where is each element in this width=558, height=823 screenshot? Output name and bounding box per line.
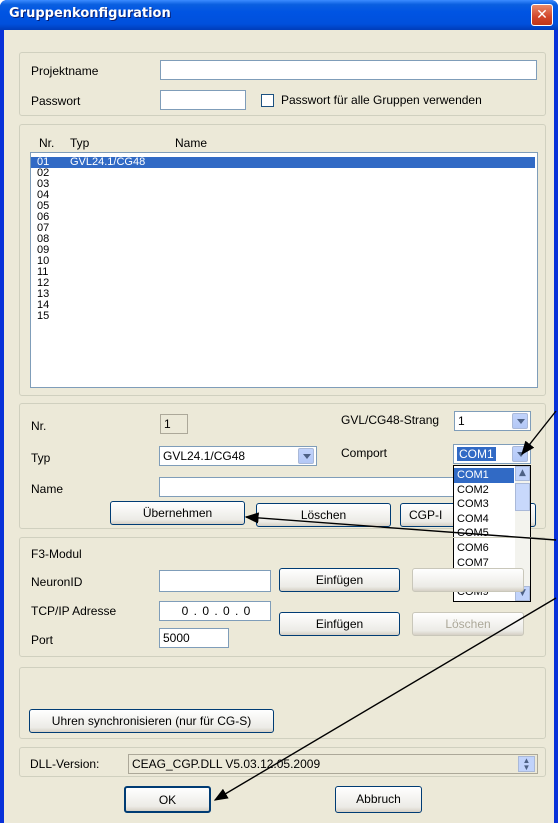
column-header-name: Name [175, 136, 208, 150]
group-list-row[interactable]: 01 GVL24.1/CG48 [31, 157, 535, 168]
group-list-row[interactable]: 12 [31, 278, 535, 289]
neuron-delete-button[interactable] [412, 568, 524, 592]
password-input[interactable] [160, 90, 246, 110]
column-header-typ: Typ [70, 136, 90, 150]
comport-option[interactable]: COM2 [454, 483, 514, 498]
use-password-all-checkbox[interactable] [261, 94, 274, 107]
cancel-button[interactable]: Abbruch [335, 786, 422, 813]
comport-label: Comport [341, 446, 388, 460]
comport-option[interactable]: COM1 [454, 468, 514, 483]
strang-dropdown-arrow-icon[interactable] [512, 413, 528, 429]
group-list-row[interactable]: 10 [31, 256, 535, 267]
dll-version-label: DLL-Version: [30, 757, 100, 771]
close-button[interactable]: ✕ [531, 4, 553, 26]
group-list-row[interactable]: 14 [31, 300, 535, 311]
group-row-nr: 15 [37, 310, 50, 322]
strang-label: GVL/CG48-Strang [341, 413, 440, 427]
window-title: Gruppenkonfiguration [9, 6, 171, 21]
group-list-row[interactable]: 15 [31, 311, 535, 322]
ip-insert-button[interactable]: Einfügen [279, 612, 400, 636]
typ-dropdown-arrow-icon[interactable] [298, 448, 314, 464]
nr-field: 1 [160, 414, 188, 434]
group-list-row[interactable]: 04 [31, 190, 535, 201]
typ-label: Typ [31, 451, 51, 465]
group-list-row[interactable]: 03 [31, 179, 535, 190]
f3-module-group [19, 537, 546, 657]
comport-value: COM1 [457, 447, 496, 461]
tcp-ip-input[interactable]: 0 . 0 . 0 . 0 [159, 601, 271, 621]
strang-select[interactable]: 1 [454, 411, 531, 431]
port-input[interactable]: 5000 [159, 628, 229, 648]
tcp-ip-label: TCP/IP Adresse [31, 604, 117, 618]
comport-dropdown-arrow-icon[interactable] [512, 446, 528, 462]
f3-module-label: F3-Modul [31, 547, 82, 561]
name-label: Name [31, 482, 64, 496]
delete-button[interactable]: Löschen [256, 503, 391, 527]
dll-version-value: CEAG_CGP.DLL V5.03.12.05.2009 [132, 757, 321, 771]
typ-select[interactable]: GVL24.1/CG48 [159, 446, 317, 466]
ip-delete-button[interactable]: Löschen [412, 612, 524, 636]
group-list-row[interactable]: 13 [31, 289, 535, 300]
group-list-row[interactable]: 09 [31, 245, 535, 256]
group-list-row[interactable]: 08 [31, 234, 535, 245]
neuron-id-input[interactable] [159, 570, 271, 592]
typ-value: GVL24.1/CG48 [163, 449, 246, 463]
strang-value: 1 [458, 414, 465, 428]
group-list-row[interactable]: 07 [31, 223, 535, 234]
sync-clocks-button[interactable]: Uhren synchronisieren (nur für CG-S) [29, 709, 274, 733]
password-label: Passwort [31, 94, 81, 108]
nr-label: Nr. [31, 419, 47, 433]
use-password-all-label: Passwort für alle Gruppen verwenden [281, 93, 482, 107]
dll-version-field: CEAG_CGP.DLL V5.03.12.05.2009 ▲ ▼ [128, 754, 538, 774]
name-input[interactable] [159, 477, 454, 497]
scroll-thumb[interactable] [515, 483, 530, 511]
neuron-insert-button[interactable]: Einfügen [279, 568, 400, 592]
group-list-row[interactable]: 06 [31, 212, 535, 223]
ok-button[interactable]: OK [124, 786, 211, 813]
apply-button[interactable]: Übernehmen [110, 501, 245, 525]
port-label: Port [31, 633, 54, 647]
group-row-typ: GVL24.1/CG48 [70, 156, 146, 168]
scroll-up-icon[interactable]: ▲ [515, 466, 530, 481]
group-list-row[interactable]: 02 [31, 168, 535, 179]
dll-spin-icon[interactable]: ▲ ▼ [518, 756, 535, 772]
comport-select[interactable]: COM1 [453, 444, 531, 464]
comport-option[interactable]: COM3 [454, 497, 514, 512]
group-list-row[interactable]: 05 [31, 201, 535, 212]
project-name-input[interactable] [160, 60, 537, 80]
column-header-nr: Nr. [39, 136, 55, 150]
comport-option[interactable]: COM4 [454, 512, 514, 527]
group-list-row[interactable]: 11 [31, 267, 535, 278]
neuron-id-label: NeuronID [31, 575, 83, 589]
project-name-label: Projektname [31, 64, 99, 78]
group-list[interactable]: 01 GVL24.1/CG48 02 03 04 05 06 07 08 09 10 11 12 13 14… [30, 152, 538, 388]
